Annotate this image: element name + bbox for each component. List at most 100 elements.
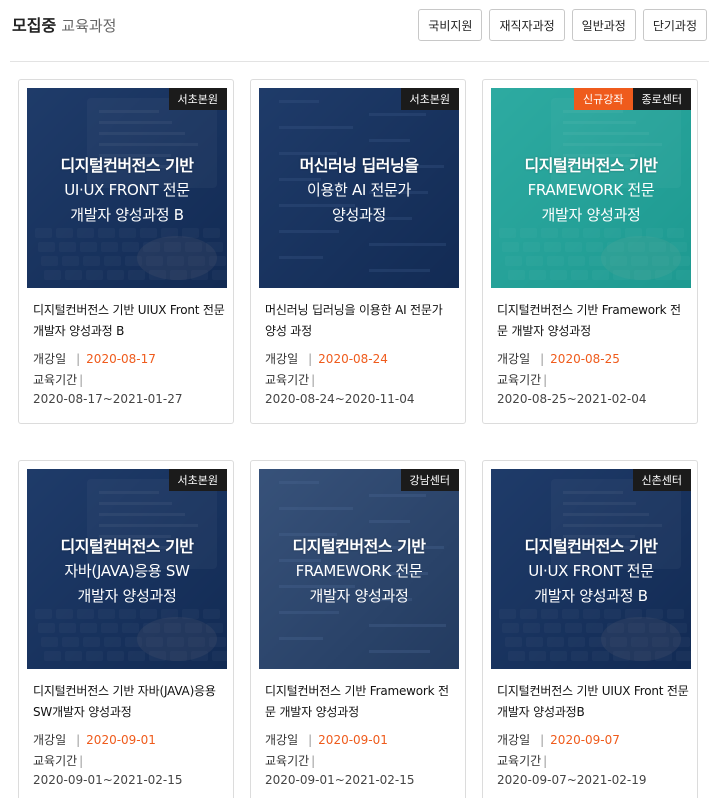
thumbnail-caption: 디지털컨버전스 기반 FRAMEWORK 전문 개발자 양성과정 xyxy=(491,88,691,288)
header-divider xyxy=(10,61,709,62)
thumbnail-caption: 디지털컨버전스 기반 UI·UX FRONT 전문 개발자 양성과정 B xyxy=(27,88,227,288)
thumbnail-caption-line: 디지털컨버전스 기반 xyxy=(60,156,194,175)
start-date-row: 개강일 | 2020-08-25 xyxy=(497,350,620,367)
course-thumbnail[interactable]: 머신러닝 딥러닝을 이용한 AI 전문가 양성과정 서초본원 xyxy=(259,88,459,288)
location-badge: 신촌센터 xyxy=(632,469,691,491)
page-header: 모집중 교육과정 국비지원 재직자과정 일반과정 단기과정 xyxy=(0,0,719,62)
page-title-strong: 모집중 xyxy=(12,16,57,35)
thumbnail-caption-line: 디지털컨버전스 기반 xyxy=(60,537,194,556)
thumbnail-caption-line: 디지털컨버전스 기반 xyxy=(524,156,658,175)
thumbnail-caption-line: 디지털컨버전스 기반 xyxy=(292,537,426,556)
thumbnail-caption: 디지털컨버전스 기반 UI·UX FRONT 전문 개발자 양성과정 B xyxy=(491,469,691,669)
start-date-row: 개강일 | 2020-09-01 xyxy=(265,731,388,748)
thumbnail-caption-line: 디지털컨버전스 기반 xyxy=(524,537,658,556)
start-date-label: 개강일 xyxy=(33,733,67,747)
separator: | xyxy=(76,733,81,747)
page-title: 모집중 교육과정 xyxy=(12,12,116,36)
start-date-label: 개강일 xyxy=(497,733,531,747)
filter-short-course-button[interactable]: 단기과정 xyxy=(642,9,707,41)
thumbnail-caption-line: FRAMEWORK 전문 xyxy=(295,562,423,580)
thumbnail-badges: 강남센터 xyxy=(400,469,459,491)
period-value: 2020-08-17~2021-01-27 xyxy=(33,392,183,406)
separator: | xyxy=(543,373,548,387)
start-date-label: 개강일 xyxy=(33,352,67,366)
start-date-row: 개강일 | 2020-09-07 xyxy=(497,731,620,748)
period-row: 교육기간 | xyxy=(33,371,89,388)
period-label: 교육기간 xyxy=(33,754,78,768)
thumbnail-caption: 디지털컨버전스 기반 자바(JAVA)응용 SW 개발자 양성과정 xyxy=(27,469,227,669)
course-title[interactable]: 머신러닝 딥러닝을 이용한 AI 전문가 양성 과정 xyxy=(265,300,457,342)
separator: | xyxy=(79,754,84,768)
period-label: 교육기간 xyxy=(33,373,78,387)
thumbnail-badges: 신촌센터 xyxy=(632,469,691,491)
category-filters: 국비지원 재직자과정 일반과정 단기과정 xyxy=(418,9,707,41)
separator: | xyxy=(76,352,81,366)
thumbnail-caption-line: 양성과정 xyxy=(331,206,386,224)
start-date-value: 2020-09-01 xyxy=(86,733,156,747)
thumbnail-caption: 디지털컨버전스 기반 FRAMEWORK 전문 개발자 양성과정 xyxy=(259,469,459,669)
thumbnail-badges: 서초본원 xyxy=(168,469,227,491)
course-title[interactable]: 디지털컨버전스 기반 Framework 전문 개발자 양성과정 xyxy=(497,300,689,342)
location-badge: 강남센터 xyxy=(400,469,459,491)
course-card[interactable]: 디지털컨버전스 기반 자바(JAVA)응용 SW 개발자 양성과정 서초본원 디… xyxy=(18,460,234,798)
course-title[interactable]: 디지털컨버전스 기반 Framework 전문 개발자 양성과정 xyxy=(265,681,457,723)
start-date-value: 2020-08-25 xyxy=(550,352,620,366)
course-card[interactable]: 디지털컨버전스 기반 FRAMEWORK 전문 개발자 양성과정 강남센터 디지… xyxy=(250,460,466,798)
period-row: 교육기간 | xyxy=(497,752,553,769)
period-row: 교육기간 | xyxy=(497,371,553,388)
period-row: 교육기간 | xyxy=(33,752,89,769)
course-title[interactable]: 디지털컨버전스 기반 UIUX Front 전문 개발자 양성과정 B xyxy=(33,300,225,342)
course-thumbnail[interactable]: 디지털컨버전스 기반 UI·UX FRONT 전문 개발자 양성과정 B 서초본… xyxy=(27,88,227,288)
start-date-row: 개강일 | 2020-08-17 xyxy=(33,350,156,367)
new-course-badge: 신규강좌 xyxy=(574,88,633,110)
start-date-value: 2020-08-17 xyxy=(86,352,156,366)
course-thumbnail[interactable]: 디지털컨버전스 기반 FRAMEWORK 전문 개발자 양성과정 신규강좌 종로센… xyxy=(491,88,691,288)
thumbnail-caption-line: UI·UX FRONT 전문 xyxy=(528,562,654,580)
period-label: 교육기간 xyxy=(265,373,310,387)
course-card[interactable]: 디지털컨버전스 기반 UI·UX FRONT 전문 개발자 양성과정 B 신촌센… xyxy=(482,460,698,798)
thumbnail-caption-line: 이용한 AI 전문가 xyxy=(306,181,412,199)
thumbnail-badges: 신규강좌 종로센터 xyxy=(574,88,691,110)
location-badge: 서초본원 xyxy=(168,469,227,491)
course-thumbnail[interactable]: 디지털컨버전스 기반 FRAMEWORK 전문 개발자 양성과정 강남센터 xyxy=(259,469,459,669)
separator: | xyxy=(540,733,545,747)
filter-general-course-button[interactable]: 일반과정 xyxy=(571,9,636,41)
period-value: 2020-09-01~2021-02-15 xyxy=(33,773,183,787)
start-date-row: 개강일 | 2020-08-24 xyxy=(265,350,388,367)
start-date-label: 개강일 xyxy=(497,352,531,366)
separator: | xyxy=(308,352,313,366)
thumbnail-caption-line: 개발자 양성과정 xyxy=(309,587,409,605)
thumbnail-caption-line: 개발자 양성과정 B xyxy=(70,206,184,224)
thumbnail-badges: 서초본원 xyxy=(168,88,227,110)
separator: | xyxy=(540,352,545,366)
course-title[interactable]: 디지털컨버전스 기반 자바(JAVA)응용SW개발자 양성과정 xyxy=(33,681,225,723)
period-label: 교육기간 xyxy=(497,754,542,768)
thumbnail-caption-line: 개발자 양성과정 xyxy=(541,206,641,224)
thumbnail-caption-line: UI·UX FRONT 전문 xyxy=(64,181,190,199)
course-title[interactable]: 디지털컨버전스 기반 UIUX Front 전문 개발자 양성과정B xyxy=(497,681,689,723)
start-date-value: 2020-09-01 xyxy=(318,733,388,747)
start-date-value: 2020-08-24 xyxy=(318,352,388,366)
location-badge: 서초본원 xyxy=(400,88,459,110)
filter-national-support-button[interactable]: 국비지원 xyxy=(418,9,483,41)
thumbnail-caption-line: FRAMEWORK 전문 xyxy=(527,181,655,199)
period-value: 2020-09-01~2021-02-15 xyxy=(265,773,415,787)
course-thumbnail[interactable]: 디지털컨버전스 기반 자바(JAVA)응용 SW 개발자 양성과정 서초본원 xyxy=(27,469,227,669)
period-value: 2020-08-25~2021-02-04 xyxy=(497,392,647,406)
thumbnail-caption: 머신러닝 딥러닝을 이용한 AI 전문가 양성과정 xyxy=(259,88,459,288)
course-card[interactable]: 디지털컨버전스 기반 FRAMEWORK 전문 개발자 양성과정 신규강좌 종로센… xyxy=(482,79,698,424)
start-date-row: 개강일 | 2020-09-01 xyxy=(33,731,156,748)
course-card[interactable]: 머신러닝 딥러닝을 이용한 AI 전문가 양성과정 서초본원 머신러닝 딥러닝을… xyxy=(250,79,466,424)
separator: | xyxy=(311,373,316,387)
period-row: 교육기간 | xyxy=(265,752,321,769)
location-badge: 종로센터 xyxy=(632,88,691,110)
filter-employee-course-button[interactable]: 재직자과정 xyxy=(489,9,565,41)
thumbnail-caption-line: 자바(JAVA)응용 SW xyxy=(64,562,190,580)
period-label: 교육기간 xyxy=(265,754,310,768)
thumbnail-caption-line: 머신러닝 딥러닝을 xyxy=(299,156,419,175)
start-date-label: 개강일 xyxy=(265,733,299,747)
period-value: 2020-09-07~2021-02-19 xyxy=(497,773,647,787)
location-badge: 서초본원 xyxy=(168,88,227,110)
course-thumbnail[interactable]: 디지털컨버전스 기반 UI·UX FRONT 전문 개발자 양성과정 B 신촌센… xyxy=(491,469,691,669)
course-card[interactable]: 디지털컨버전스 기반 UI·UX FRONT 전문 개발자 양성과정 B 서초본… xyxy=(18,79,234,424)
